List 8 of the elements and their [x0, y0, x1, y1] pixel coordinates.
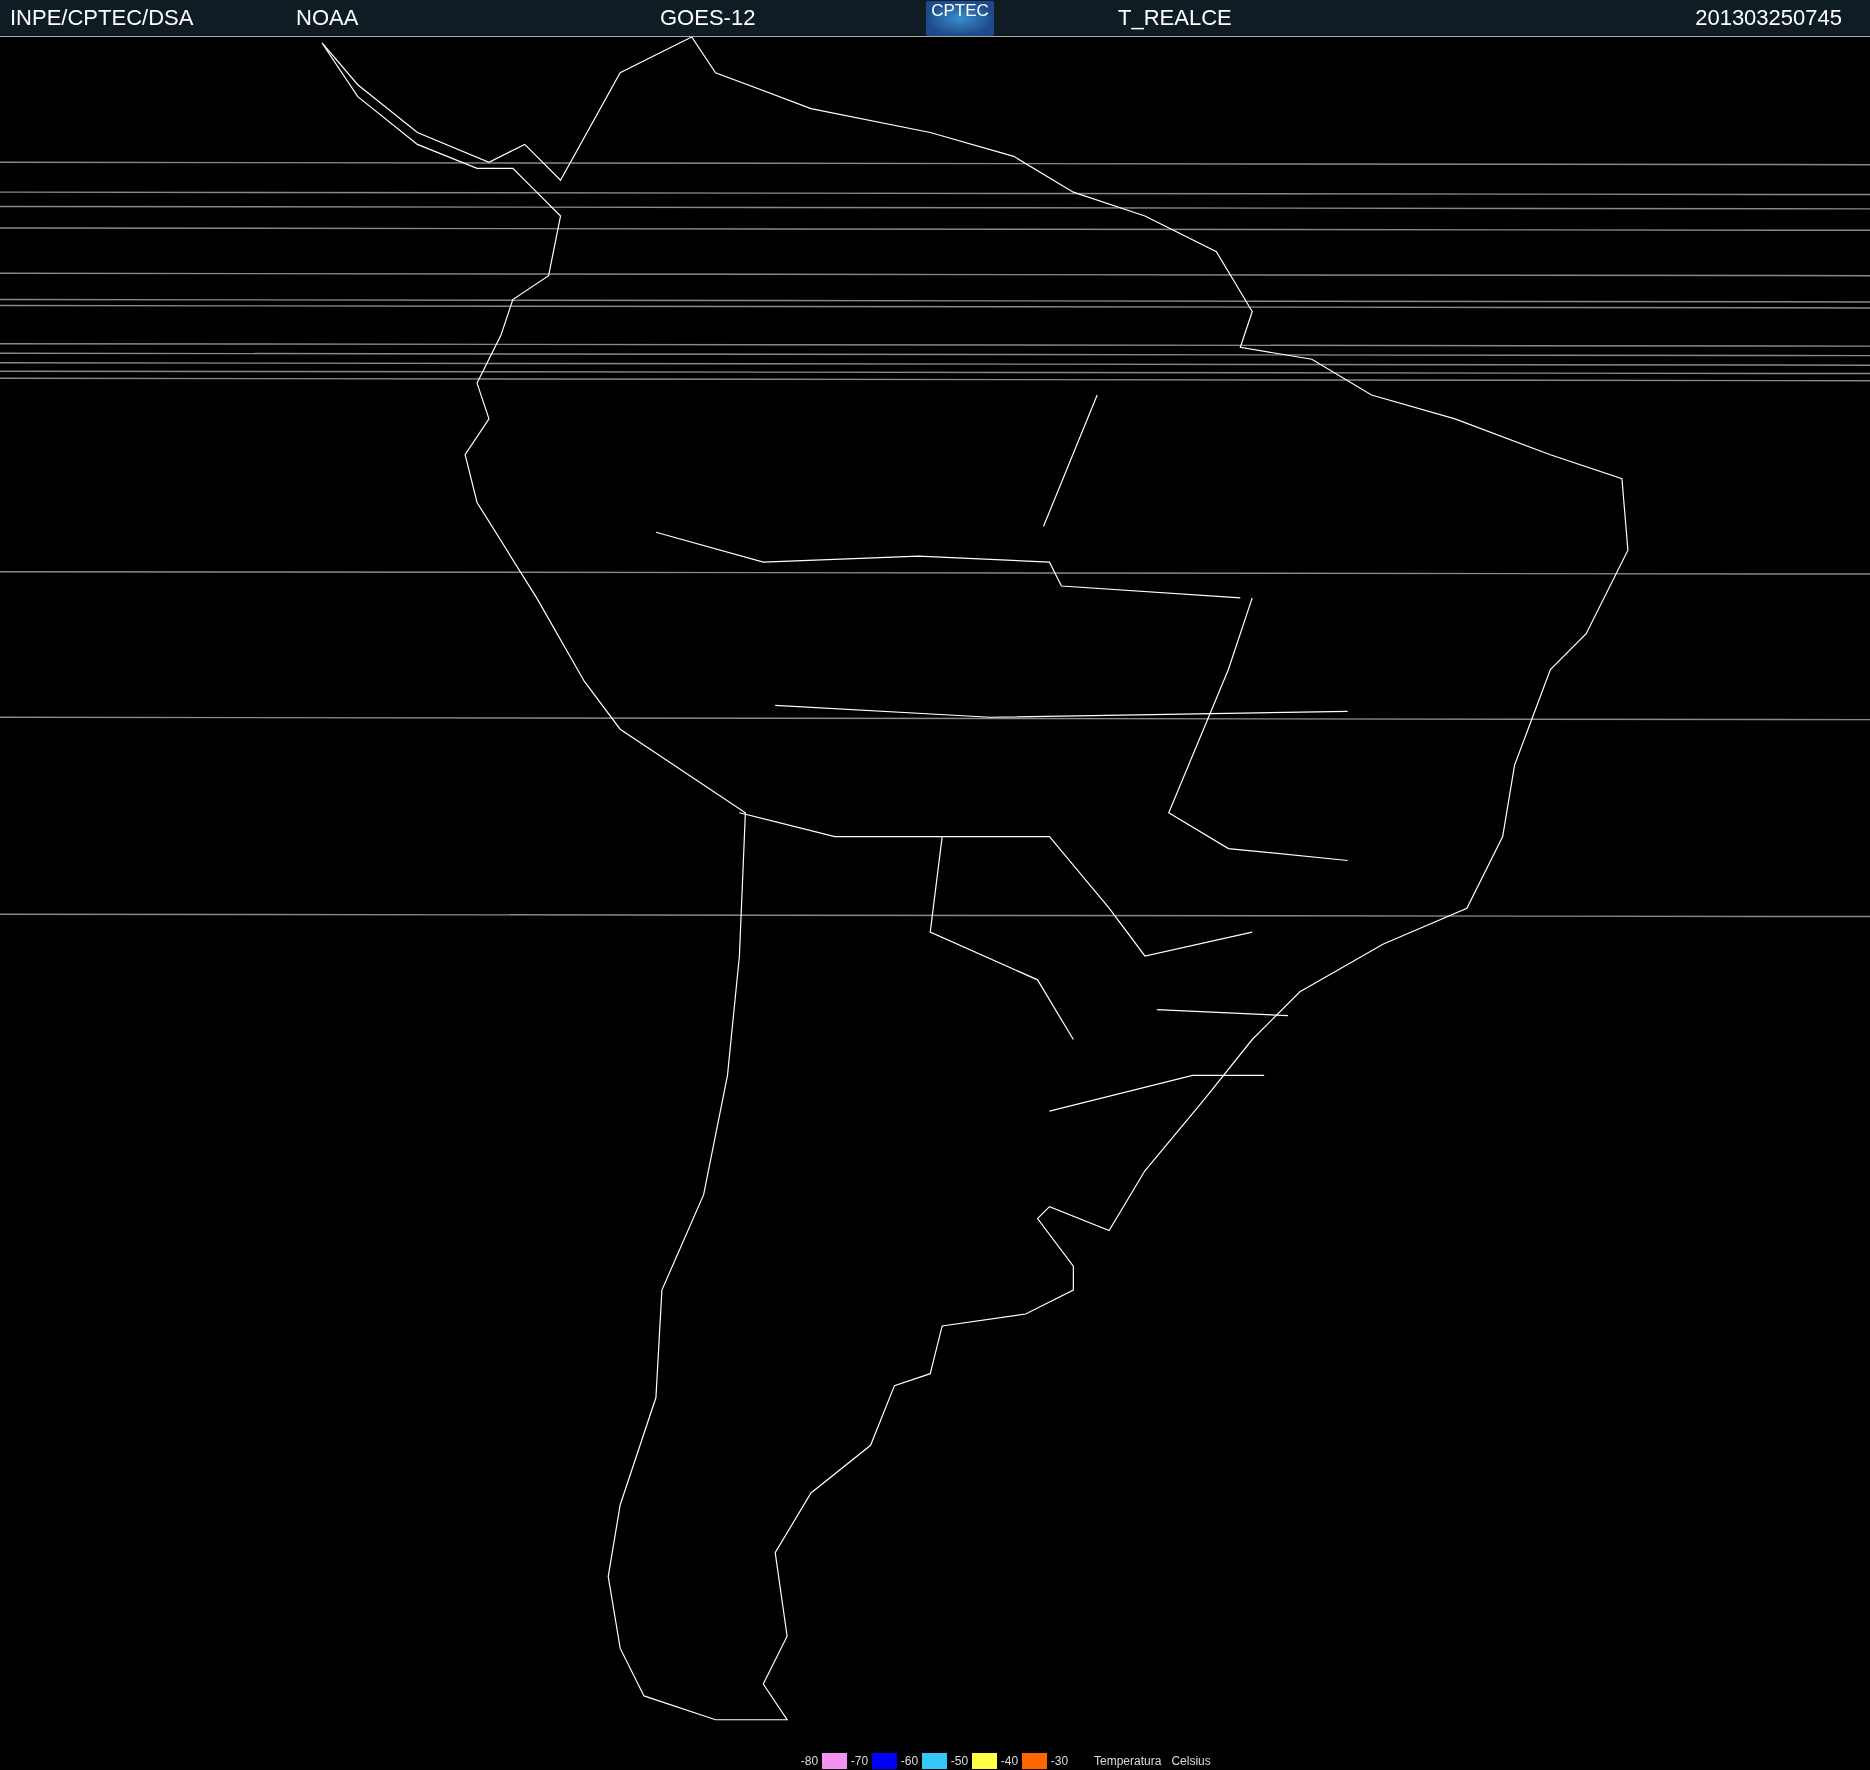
logo: CPTEC: [926, 0, 994, 36]
satellite-label: GOES-12: [660, 5, 757, 31]
legend-title: Temperatura: [1094, 1754, 1162, 1768]
product-label: T_REALCE: [1118, 5, 1233, 31]
agency-label: INPE/CPTEC/DSA: [10, 5, 195, 31]
legend-unit: Celsius: [1171, 1754, 1211, 1768]
source-label: NOAA: [296, 5, 360, 31]
timestamp-label: 201303250745: [1695, 5, 1842, 31]
